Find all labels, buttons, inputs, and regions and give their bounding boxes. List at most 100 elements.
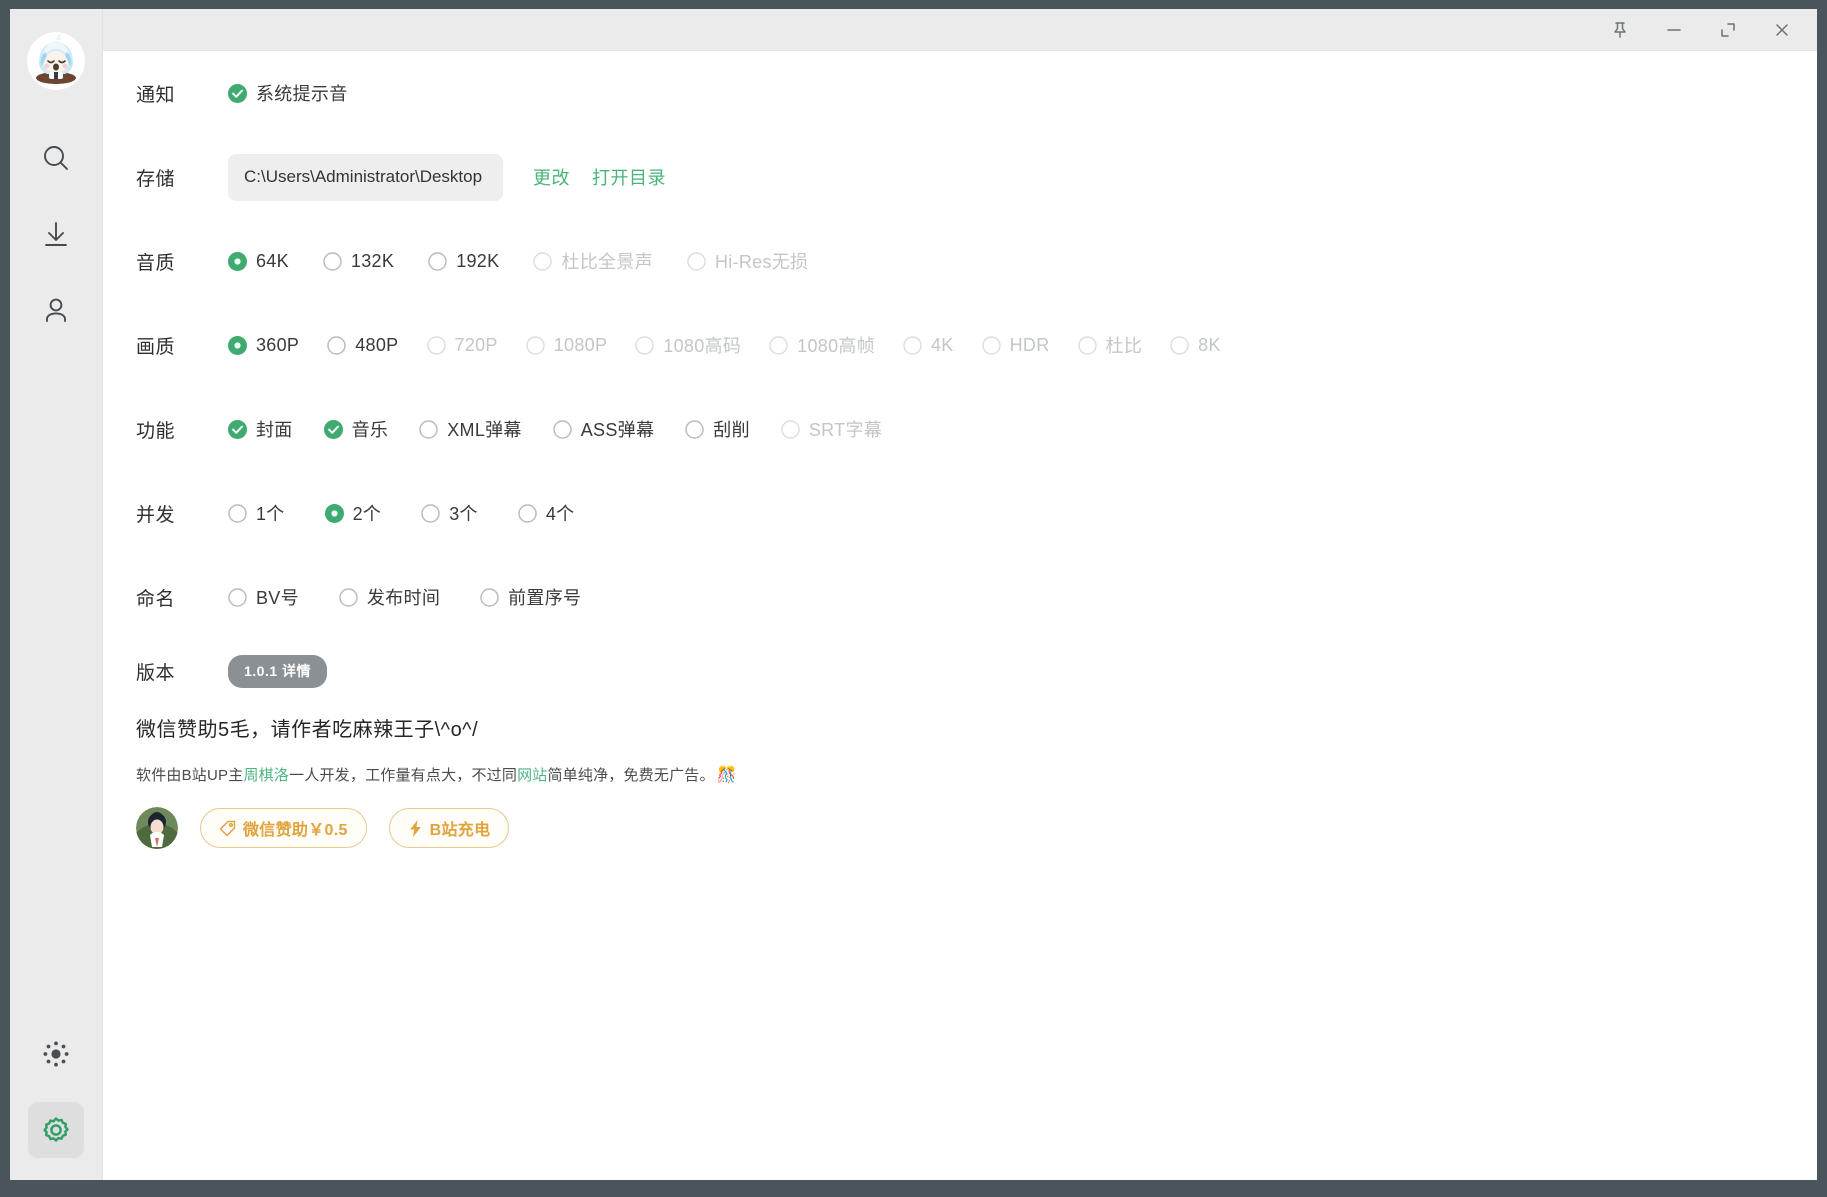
radio-icon: [228, 251, 247, 271]
audio-quality-options: 64K 132K 192K 杜比全景声 Hi-Res无损: [228, 248, 842, 274]
wechat-sponsor-button[interactable]: 微信赞助￥0.5: [200, 808, 367, 848]
option-封面[interactable]: 封面: [228, 416, 293, 442]
maximize-button[interactable]: [1701, 9, 1755, 51]
option-480P[interactable]: 480P: [327, 335, 398, 356]
naming-options: BV号 发布时间 前置序号: [228, 584, 621, 610]
sponsor-desc-part2: 一人开发，工作量有点大，不过同: [289, 767, 518, 784]
storage-controls: C:\Users\Administrator\Desktop 更改 打开目录: [228, 153, 666, 201]
radio-icon: [428, 251, 447, 271]
option-Hi-Res无损: Hi-Res无损: [687, 248, 808, 274]
option-杜比全景声: 杜比全景声: [533, 248, 653, 274]
row-label-features: 功能: [136, 420, 176, 442]
tag-icon: [219, 820, 243, 837]
sidebar-item-theme[interactable]: [28, 1026, 84, 1082]
open-directory-button[interactable]: 打开目录: [592, 164, 666, 190]
option-前置序号[interactable]: 前置序号: [480, 584, 581, 610]
option-label: 4K: [931, 334, 954, 355]
bilibili-charge-button[interactable]: B站充电: [388, 808, 510, 848]
desktop-background: 通知 系统提示音 存储 C:\Users\Administrator\Deskt…: [0, 0, 1827, 1197]
sidebar-item-settings[interactable]: [28, 1102, 84, 1158]
radio-icon: [323, 251, 342, 271]
maximize-icon: [1719, 21, 1737, 39]
option-ASS弹幕[interactable]: ASS弹幕: [552, 416, 655, 442]
radio-icon: [426, 335, 446, 355]
option-4个[interactable]: 4个: [518, 500, 575, 526]
minimize-button[interactable]: [1647, 9, 1701, 51]
wechat-sponsor-label: 微信赞助￥0.5: [243, 822, 348, 839]
titlebar: [103, 9, 1817, 51]
row-label-notification: 通知: [136, 84, 176, 106]
settings-content: 通知 系统提示音 存储 C:\Users\Administrator\Deskt…: [103, 51, 1817, 1180]
change-directory-button[interactable]: 更改: [533, 164, 570, 190]
option-label: 2个: [352, 504, 382, 524]
sidebar-item-download[interactable]: [28, 206, 84, 262]
row-label-storage: 存储: [136, 168, 176, 190]
option-label: 杜比全景声: [561, 252, 653, 272]
option-3个[interactable]: 3个: [421, 500, 478, 526]
option-HDR: HDR: [981, 334, 1050, 356]
option-label: 系统提示音: [256, 84, 348, 104]
radio-icon: [533, 251, 553, 271]
option-label: 64K: [256, 250, 289, 271]
option-label: SRT字幕: [808, 420, 883, 440]
gear-icon: [41, 1115, 71, 1145]
app-window: 通知 系统提示音 存储 C:\Users\Administrator\Deskt…: [10, 9, 1817, 1180]
version-badge[interactable]: 1.0.1 详情: [228, 654, 328, 688]
radio-icon: [981, 335, 1001, 355]
option-720P: 720P: [426, 335, 498, 356]
close-button[interactable]: [1755, 9, 1809, 51]
option-4K: 4K: [903, 335, 954, 356]
row-label-naming: 命名: [136, 588, 176, 610]
option-label: 1080P: [553, 334, 608, 355]
confetti-icon: 🎊: [716, 766, 737, 784]
option-label: 封面: [256, 420, 293, 440]
concurrency-options: 1个 2个 3个 4个: [228, 500, 615, 526]
storage-path-field[interactable]: C:\Users\Administrator\Desktop: [228, 153, 503, 201]
sidebar-item-user[interactable]: [28, 282, 84, 338]
sponsor-website-link[interactable]: 网站: [517, 764, 547, 785]
option-label: HDR: [1009, 334, 1050, 355]
sponsor-desc-part3: 简单纯净，免费无广告。: [547, 767, 715, 784]
option-132K[interactable]: 132K: [323, 251, 394, 272]
option-1080高码: 1080高码: [635, 332, 741, 358]
option-杜比: 杜比: [1077, 332, 1143, 358]
option-192K[interactable]: 192K: [428, 251, 499, 272]
radio-icon: [526, 335, 545, 355]
option-刮削[interactable]: 刮削: [685, 416, 750, 442]
radio-icon: [327, 335, 346, 355]
option-64K[interactable]: 64K: [228, 251, 289, 272]
option-label: 1个: [256, 504, 285, 524]
option-系统提示音[interactable]: 系统提示音: [228, 80, 348, 106]
settings-row-concurrency: 并发 1个 2个 3个 4个: [103, 471, 1817, 555]
settings-row-features: 功能 封面 音乐 XML弹幕 ASS弹幕 刮削 SRT字幕: [103, 387, 1817, 471]
option-label: 192K: [456, 250, 500, 271]
sponsor-author-link[interactable]: 周棋洛: [243, 764, 289, 785]
row-label-video-quality: 画质: [136, 336, 176, 358]
option-XML弹幕[interactable]: XML弹幕: [419, 416, 522, 442]
sponsor-title: 微信赞助5毛，请作者吃麻辣王子\^o^/: [136, 719, 479, 741]
row-label-audio-quality: 音质: [136, 252, 176, 274]
option-label: Hi-Res无损: [714, 252, 809, 272]
sponsor-description: 软件由B站UP主 周棋洛 一人开发，工作量有点大，不过同 网站 简单纯净，免费无…: [103, 764, 1817, 785]
author-avatar[interactable]: [136, 807, 178, 849]
option-2个[interactable]: 2个: [324, 500, 382, 526]
radio-icon: [1170, 335, 1189, 355]
settings-row-notification: 通知 系统提示音: [103, 51, 1817, 135]
minimize-icon: [1665, 21, 1683, 39]
option-BV号[interactable]: BV号: [228, 584, 299, 610]
row-label-concurrency: 并发: [136, 504, 176, 526]
option-label: 3个: [449, 504, 478, 524]
option-label: 4个: [545, 504, 575, 524]
option-1个[interactable]: 1个: [228, 500, 285, 526]
avatar[interactable]: [27, 32, 85, 90]
option-音乐[interactable]: 音乐: [323, 416, 389, 442]
radio-icon: [687, 251, 706, 271]
radio-icon: [769, 335, 788, 355]
option-label: 360P: [256, 334, 300, 355]
sidebar-item-search[interactable]: [28, 130, 84, 186]
radio-icon: [518, 503, 537, 523]
option-360P[interactable]: 360P: [228, 335, 299, 356]
option-发布时间[interactable]: 发布时间: [339, 584, 440, 610]
pin-button[interactable]: [1593, 9, 1647, 51]
radio-icon: [421, 503, 440, 523]
